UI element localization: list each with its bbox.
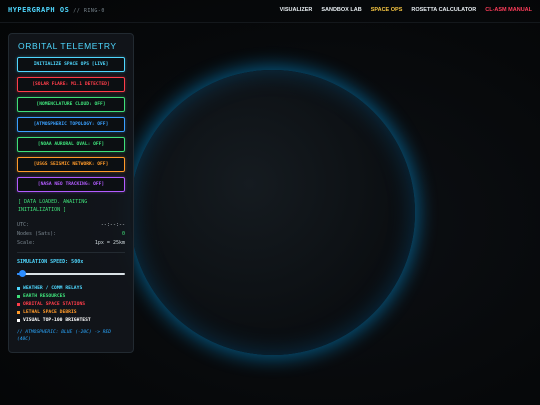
- legend-label: EARTH RESOURCES: [23, 294, 66, 299]
- speed-label: SIMULATION SPEED: 500x: [17, 259, 84, 265]
- legend-swatch: [17, 311, 20, 314]
- orbital-telemetry-panel: ORBITAL TELEMETRY INITIALIZE SPACE OPS […: [8, 33, 134, 353]
- legend-item: EARTH RESOURCES: [17, 294, 125, 299]
- layer-button-2[interactable]: [NOMENCLATURE CLOUD: OFF]: [17, 97, 125, 112]
- top-nav-bar: HYPERGRAPH OS// RING-0 VISUALIZER SANDBOX…: [0, 0, 540, 23]
- layer-button-5[interactable]: [USGS SEISMIC NETWORK: OFF]: [17, 157, 125, 172]
- utc-row: UTC: --:--:--: [17, 222, 125, 228]
- legend-item: LETHAL SPACE DEBRIS: [17, 310, 125, 315]
- legend-label: LETHAL SPACE DEBRIS: [23, 310, 77, 315]
- atmospheric-note: // ATMOSPHERIC: BLUE (-20C) -> RED (40C): [17, 330, 112, 342]
- nav-cl-asm-manual[interactable]: CL-ASM MANUAL: [485, 7, 532, 13]
- legend-swatch: [17, 319, 20, 322]
- legend-swatch: [17, 303, 20, 306]
- scale-row: Scale: 1px = 25km: [17, 240, 125, 246]
- nav-rosetta-calculator[interactable]: ROSETTA CALCULATOR: [411, 7, 476, 13]
- nav-sandbox-lab[interactable]: SANDBOX LAB: [321, 7, 361, 13]
- layer-buttons: INITIALIZE SPACE OPS [LIVE] [SOLAR FLARE:…: [17, 57, 125, 192]
- main-nav: VISUALIZER SANDBOX LAB SPACE OPS ROSETTA CA…: [280, 7, 532, 13]
- layer-button-6[interactable]: [NASA NEO TRACKING: OFF]: [17, 177, 125, 192]
- legend-item: VISUAL TOP-100 BRIGHTEST: [17, 318, 125, 323]
- layer-button-0[interactable]: INITIALIZE SPACE OPS [LIVE]: [17, 57, 125, 72]
- panel-title: ORBITAL TELEMETRY: [18, 41, 117, 51]
- nav-visualizer[interactable]: VISUALIZER: [280, 7, 313, 13]
- brand-title: HYPERGRAPH OS: [8, 6, 70, 14]
- layer-button-1[interactable]: [SOLAR FLARE: M1.1 DETECTED]: [17, 77, 125, 92]
- layer-button-4[interactable]: [NOAA AURORAL OVAL: OFF]: [17, 137, 125, 152]
- speed-slider[interactable]: [17, 270, 125, 278]
- brand-subtitle: // RING-0: [73, 8, 105, 14]
- nav-space-ops[interactable]: SPACE OPS: [371, 7, 403, 13]
- status-message: [ DATA LOADED. AWAITING INITIALIZATION ]: [18, 199, 88, 213]
- legend-item: ORBITAL SPACE STATIONS: [17, 302, 125, 307]
- scale-value: 1px = 25km: [94, 240, 125, 246]
- utc-label: UTC:: [17, 222, 30, 228]
- legend-label: WEATHER / COMM RELAYS: [23, 286, 83, 291]
- divider: [17, 252, 125, 253]
- nodes-value: 0: [121, 231, 125, 237]
- slider-thumb[interactable]: [19, 270, 26, 277]
- globe-sphere: [130, 70, 415, 355]
- layer-button-3[interactable]: [ATMOSPHERIC TOPOLOGY: OFF]: [17, 117, 125, 132]
- legend-swatch: [17, 287, 20, 290]
- legend-label: VISUAL TOP-100 BRIGHTEST: [23, 318, 91, 323]
- legend: WEATHER / COMM RELAYS EARTH RESOURCES ORBI…: [17, 286, 125, 323]
- app-brand: HYPERGRAPH OS// RING-0: [8, 6, 105, 14]
- slider-track: [17, 273, 125, 275]
- legend-label: ORBITAL SPACE STATIONS: [23, 302, 86, 307]
- utc-value: --:--:--: [100, 222, 125, 228]
- legend-swatch: [17, 295, 20, 298]
- legend-item: WEATHER / COMM RELAYS: [17, 286, 125, 291]
- nodes-row: Nodes (Sats): 0: [17, 231, 125, 237]
- scale-label: Scale:: [17, 240, 36, 246]
- earth-globe[interactable]: [130, 70, 415, 355]
- nodes-label: Nodes (Sats):: [17, 231, 57, 237]
